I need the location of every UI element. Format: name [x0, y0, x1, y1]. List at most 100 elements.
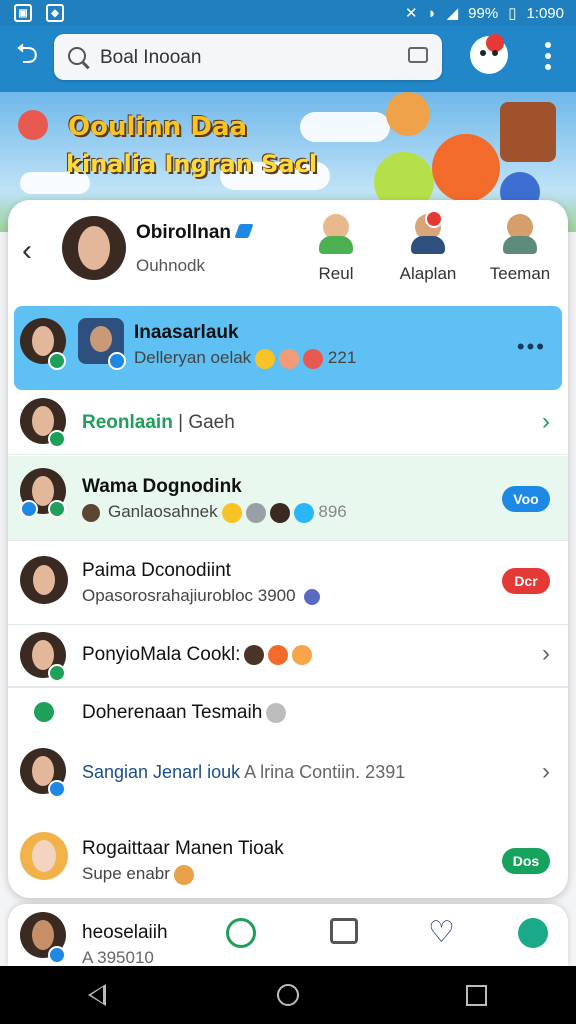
- contact-teeman[interactable]: Teeman: [480, 214, 560, 284]
- profile-avatar[interactable]: [62, 216, 126, 280]
- status-badge: Dcr: [502, 568, 550, 594]
- chat-preview: Delleryan oelak 221: [134, 348, 357, 369]
- rocket-emoji-icon: [304, 588, 321, 605]
- status-badge: Voo: [502, 486, 550, 512]
- profile-name: Obirollnan: [136, 222, 254, 244]
- online-badge-icon: [48, 352, 66, 370]
- verified-icon: [234, 224, 254, 238]
- smile-emoji-icon: [255, 348, 276, 369]
- chat-preview: Supe enabr: [82, 864, 194, 885]
- system-recents-icon[interactable]: [466, 985, 487, 1006]
- chevron-right-icon[interactable]: ›: [542, 640, 550, 668]
- ghost-emoji-icon: [266, 702, 287, 723]
- fox-character-icon: [432, 134, 500, 202]
- mini-avatar: [82, 503, 100, 522]
- chat-row[interactable]: PonyioMala Cookl: ›: [8, 624, 568, 688]
- contact-label: Reul: [318, 264, 354, 283]
- bottom-bar: heoselaiih A 395010 ♡: [8, 904, 568, 966]
- mascot-avatar[interactable]: [470, 34, 508, 74]
- chat-card: ‹ Obirollnan Ouhnodk Reul Alaplan Teeman…: [8, 200, 568, 898]
- more-menu-icon[interactable]: [536, 42, 560, 76]
- chat-name: Paima Dconodiint: [82, 560, 231, 581]
- more-options-icon[interactable]: •••: [517, 334, 546, 360]
- banner-subtitle: kinalia Ingran Sacl: [66, 150, 318, 178]
- heart-icon[interactable]: ♡: [428, 918, 458, 948]
- chat-name: Inaasarlauk: [134, 322, 239, 343]
- chat-row[interactable]: Sangian Jenarl iouk A lrina Contiin. 239…: [8, 740, 568, 810]
- chat-row[interactable]: Reonlaain | Gaeh ›: [8, 390, 568, 455]
- chat-name: Wama Dognodink: [82, 476, 242, 497]
- face-emoji-icon: [268, 644, 289, 665]
- search-input[interactable]: Boal Inooan: [100, 47, 201, 69]
- chat-name: Reonlaain | Gaeh: [82, 412, 235, 433]
- message-icon[interactable]: [408, 47, 428, 63]
- shield-icon: ◆: [46, 4, 64, 22]
- avatar: [20, 556, 68, 604]
- food-emoji-icon: [173, 864, 194, 885]
- chat-row[interactable]: Doherenaan Tesmaih: [8, 688, 568, 738]
- wifi-icon: ◗: [427, 4, 437, 22]
- mute-icon: ✕: [404, 5, 418, 22]
- battery-icon: ▯: [508, 5, 517, 22]
- search-bar[interactable]: Boal Inooan: [54, 34, 442, 80]
- chat-row[interactable]: Paima Dconodiint Opasorosrahajiurobloc 3…: [8, 540, 568, 625]
- system-back-icon[interactable]: [88, 984, 106, 1006]
- banner-title: Ooulinn Daa: [68, 112, 248, 142]
- online-badge-icon: [48, 664, 66, 682]
- verified-badge-icon: [48, 780, 66, 798]
- contact-alaplan[interactable]: Alaplan: [388, 210, 468, 284]
- app-bar: ⮌ Boal Inooan: [0, 26, 576, 92]
- verified-badge-icon: [48, 946, 66, 964]
- verified-badge-icon: [108, 352, 126, 370]
- search-icon: [68, 47, 86, 65]
- laugh-emoji-icon: [292, 644, 313, 665]
- chat-row[interactable]: Inaasarlauk Delleryan oelak 221 •••: [14, 306, 562, 390]
- system-home-icon[interactable]: [277, 984, 299, 1006]
- chat-preview: Ganlaosahnek 896: [82, 502, 347, 523]
- chat-name: Sangian Jenarl iouk A lrina Contiin. 239…: [82, 762, 406, 782]
- back-arrow-icon[interactable]: ⮌: [10, 38, 44, 74]
- heart-face-emoji-icon: [303, 348, 324, 369]
- contact-reul[interactable]: Reul: [296, 214, 376, 284]
- chat-name: Doherenaan Tesmaih: [82, 702, 287, 724]
- bear-character-icon: [386, 92, 430, 136]
- profile-icon[interactable]: [518, 918, 548, 948]
- chevron-right-icon[interactable]: ›: [542, 408, 550, 436]
- chat-preview: Opasorosrahajiurobloc 3900: [82, 586, 321, 606]
- chat-icon[interactable]: [226, 918, 256, 948]
- inbox-icon[interactable]: [330, 918, 358, 944]
- person-emoji-icon: [269, 502, 290, 523]
- gallery-icon: ▣: [14, 4, 32, 22]
- signal-icon: ◢: [446, 5, 459, 22]
- cat-character-icon: [18, 110, 48, 140]
- profile-header: ‹ Obirollnan Ouhnodk Reul Alaplan Teeman: [8, 200, 568, 300]
- smile-emoji-icon: [221, 502, 242, 523]
- chat-row[interactable]: Wama Dognodink Ganlaosahnek 896 Voo: [8, 456, 568, 541]
- clock: 1:090: [526, 4, 564, 22]
- notification-dot: [425, 210, 443, 228]
- system-nav-bar: [0, 966, 576, 1024]
- chat-row[interactable]: Rogaittaar Manen Tioak Supe enabr Dos: [8, 820, 568, 894]
- verified-badge-icon: [20, 500, 38, 518]
- my-sub: A 395010: [82, 948, 154, 966]
- o-emoji-icon: [293, 502, 314, 523]
- online-badge-icon: [48, 430, 66, 448]
- contact-label: Alaplan: [399, 264, 457, 283]
- my-name: heoselaiih: [82, 922, 168, 943]
- status-badge: Dos: [502, 848, 550, 874]
- chat-name: PonyioMala Cookl:: [82, 644, 313, 666]
- profile-subtitle: Ouhnodk: [136, 256, 205, 275]
- chevron-right-icon[interactable]: ›: [542, 758, 550, 786]
- chat-name: Rogaittaar Manen Tioak: [82, 838, 284, 859]
- battery-level: 99%: [468, 4, 499, 22]
- status-bar: ▣ ◆ ✕ ◗ ◢ 99% ▯ 1:090: [0, 0, 576, 26]
- avatar: [20, 832, 68, 880]
- online-badge-icon: [48, 500, 66, 518]
- chevron-left-icon[interactable]: ‹: [22, 234, 32, 268]
- apple-icon: [34, 702, 54, 722]
- contact-label: Teeman: [489, 264, 551, 283]
- person-emoji-icon: [244, 644, 265, 665]
- fork-emoji-icon: [245, 502, 266, 523]
- robot-character-icon: [500, 102, 556, 162]
- face-emoji-icon: [279, 348, 300, 369]
